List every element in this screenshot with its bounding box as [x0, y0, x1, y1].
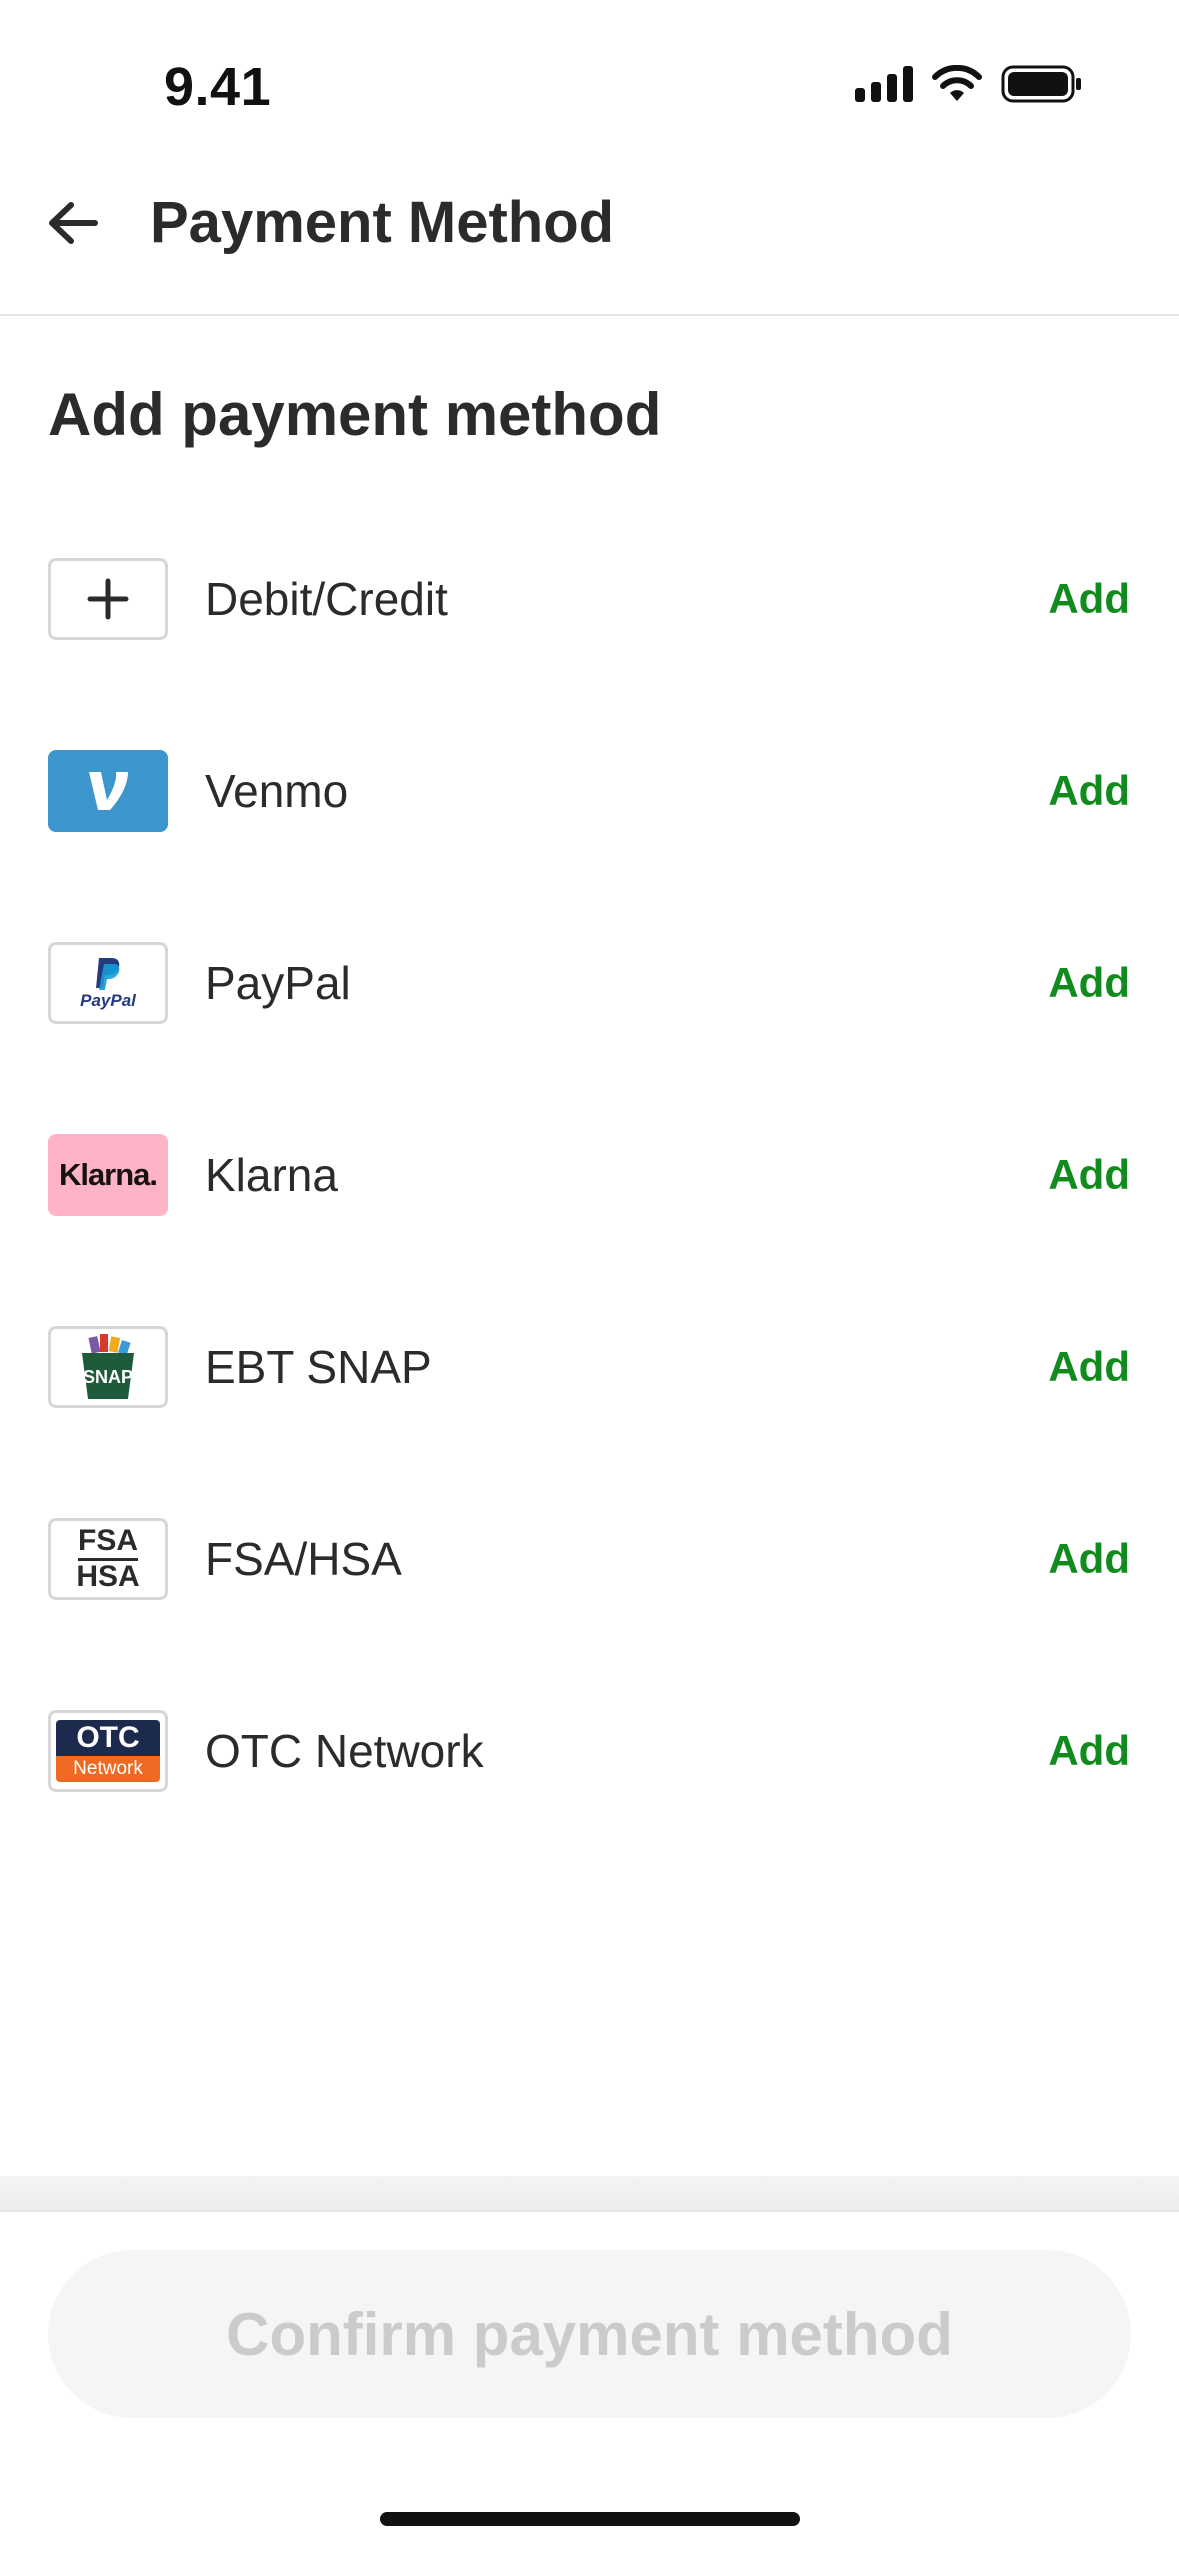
battery-icon	[1001, 65, 1081, 103]
method-label: Klarna	[205, 1149, 338, 1201]
hsa-logo-text: HSA	[76, 1560, 140, 1593]
fsa-hsa-logo-icon: FSA HSA	[48, 1518, 168, 1600]
method-label: OTC Network	[205, 1725, 484, 1777]
confirm-payment-method-button[interactable]: Confirm payment method	[48, 2250, 1131, 2418]
bottom-action-bar: Confirm payment method	[0, 2176, 1179, 2556]
method-label: EBT SNAP	[205, 1341, 432, 1393]
method-label: Debit/Credit	[205, 573, 448, 625]
paypal-logo-text: PayPal	[80, 991, 136, 1010]
method-label: PayPal	[205, 957, 351, 1009]
payment-method-list: Debit/Credit Add Venmo Add PayPal PayPal…	[0, 520, 1179, 1864]
paypal-logo-icon: PayPal	[48, 942, 168, 1024]
home-indicator	[380, 2512, 800, 2526]
back-button[interactable]	[38, 188, 108, 258]
status-bar: 9.41	[0, 0, 1179, 160]
section-title: Add payment method	[48, 381, 662, 448]
klarna-logo-icon: Klarna.	[48, 1134, 168, 1216]
payment-method-otc-network[interactable]: OTC Network OTC Network Add	[0, 1672, 1179, 1864]
add-klarna-button[interactable]: Add	[1048, 1146, 1130, 1204]
payment-method-venmo[interactable]: Venmo Add	[0, 712, 1179, 904]
status-icons	[855, 64, 1083, 104]
method-label: FSA/HSA	[205, 1533, 402, 1585]
plus-icon	[48, 558, 168, 640]
add-otc-network-button[interactable]: Add	[1048, 1722, 1130, 1780]
otc-logo-text: OTC	[56, 1720, 160, 1756]
payment-method-debit-credit[interactable]: Debit/Credit Add	[0, 520, 1179, 712]
add-paypal-button[interactable]: Add	[1048, 954, 1130, 1012]
add-ebt-snap-button[interactable]: Add	[1048, 1338, 1130, 1396]
wifi-icon	[932, 65, 982, 101]
page-title: Payment Method	[150, 190, 615, 255]
method-label: Venmo	[205, 765, 349, 817]
fsa-logo-text: FSA	[78, 1525, 138, 1561]
venmo-logo-icon	[48, 750, 168, 832]
cellular-signal-icon	[855, 66, 913, 102]
network-logo-text: Network	[56, 1756, 160, 1782]
otc-network-logo-icon: OTC Network	[48, 1710, 168, 1792]
header: Payment Method	[0, 160, 1179, 316]
arrow-left-icon	[49, 202, 98, 244]
divider	[0, 2176, 1179, 2212]
payment-method-fsa-hsa[interactable]: FSA HSA FSA/HSA Add	[0, 1480, 1179, 1672]
add-venmo-button[interactable]: Add	[1048, 762, 1130, 820]
ebt-snap-logo-icon: SNAP	[48, 1326, 168, 1408]
status-time: 9.41	[164, 57, 272, 117]
add-debit-credit-button[interactable]: Add	[1048, 570, 1130, 628]
svg-text:SNAP: SNAP	[83, 1367, 133, 1387]
payment-method-klarna[interactable]: Klarna. Klarna Add	[0, 1096, 1179, 1288]
payment-method-ebt-snap[interactable]: SNAP EBT SNAP Add	[0, 1288, 1179, 1480]
payment-method-paypal[interactable]: PayPal PayPal Add	[0, 904, 1179, 1096]
add-fsa-hsa-button[interactable]: Add	[1048, 1530, 1130, 1588]
